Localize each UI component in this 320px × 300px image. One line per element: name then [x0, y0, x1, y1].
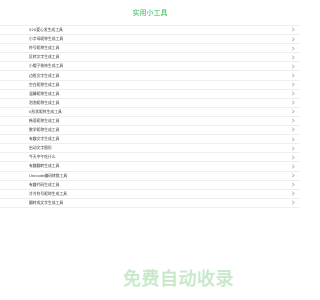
list-item[interactable]: 冷冷符号昵称生成工具 [0, 190, 300, 199]
list-item-label: 反转文字生成工具 [29, 54, 60, 60]
list-item[interactable]: 反转文字生成工具 [0, 53, 300, 63]
page-title: 实用小工具 [132, 8, 168, 17]
chevron-right-icon [290, 173, 295, 178]
chevron-right-icon [290, 64, 295, 69]
chevron-right-icon [290, 200, 295, 206]
chevron-right-icon [290, 136, 295, 142]
list-item-label: 冷冷符号昵称生成工具 [29, 190, 67, 196]
chevron-right-icon [290, 155, 295, 160]
list-item[interactable]: 翻转成文字生成工具 [0, 199, 300, 208]
list-item-label: 520爱心发生成工具 [29, 27, 63, 33]
tool-list: 520爱心发生成工具 小字母昵称生成工具 符号昵称生成工具 反转文字生成工具 小… [0, 26, 300, 208]
chevron-right-icon [290, 36, 295, 42]
list-item-label: 小字母昵称生成工具 [29, 36, 64, 42]
chevron-right-icon [290, 45, 295, 51]
list-item[interactable]: 韩语昵称生成工具 [0, 117, 300, 127]
chevron-right-icon [290, 127, 295, 133]
chevron-right-icon [290, 27, 295, 33]
list-item-label: 韩语昵称生成工具 [29, 117, 60, 123]
chevron-right-icon [290, 73, 295, 78]
list-item[interactable]: 有趣文字生成工具 [0, 135, 300, 145]
chevron-right-icon [290, 91, 295, 96]
list-item-label: 温馨昵称生成工具 [29, 90, 60, 96]
chevron-right-icon [290, 82, 295, 87]
chevron-right-icon [290, 191, 295, 196]
chevron-right-icon [290, 118, 295, 124]
list-item-label: Unicode编码转换工具 [29, 172, 68, 178]
list-item[interactable]: 有趣翻转生成工具 [0, 162, 300, 172]
list-item-label: 有趣翻转生成工具 [29, 163, 60, 169]
chevron-right-icon [290, 146, 295, 151]
list-item[interactable]: 边框文字生成工具 [0, 71, 300, 81]
list-item[interactable]: 0形状昵称生成工具 [0, 108, 300, 117]
chevron-right-icon [290, 55, 295, 60]
list-item-label: 符号昵称生成工具 [29, 45, 60, 51]
list-item-label: 有趣代码生成工具 [29, 181, 60, 187]
list-item[interactable]: 启动文字图形 [0, 144, 300, 154]
list-item-label: 启动文字图形 [29, 145, 52, 151]
list-item[interactable]: 温馨昵称生成工具 [0, 90, 300, 99]
watermark-banner: 免费自动收录 [123, 269, 234, 290]
list-item[interactable]: 泡泡昵称生成工具 [0, 99, 300, 108]
list-item-label: 泡泡昵称生成工具 [29, 99, 60, 105]
list-item-label: 今天中午吃什么 [29, 154, 56, 160]
list-item-label: 小帽子装饰生成工具 [29, 63, 64, 69]
list-item[interactable]: 空白昵称生成工具 [0, 81, 300, 90]
chevron-right-icon [290, 109, 295, 115]
chevron-right-icon [290, 164, 295, 169]
list-item[interactable]: 小字母昵称生成工具 [0, 35, 300, 45]
chevron-right-icon [290, 100, 295, 106]
list-item-label: 空白昵称生成工具 [29, 81, 60, 87]
list-item[interactable]: 今天中午吃什么 [0, 153, 300, 163]
list-item-label: 翻转成文字生成工具 [29, 199, 64, 205]
list-item[interactable]: 数学昵称生成工具 [0, 126, 300, 136]
list-item[interactable]: Unicode编码转换工具 [0, 172, 300, 181]
list-item[interactable]: 小帽子装饰生成工具 [0, 62, 300, 72]
list-item[interactable]: 有趣代码生成工具 [0, 181, 300, 190]
list-item-label: 0形状昵称生成工具 [29, 108, 62, 114]
list-item-label: 边框文字生成工具 [29, 72, 60, 78]
list-item[interactable]: 520爱心发生成工具 [0, 26, 300, 36]
list-item-label: 数学昵称生成工具 [29, 127, 60, 133]
list-item-label: 有趣文字生成工具 [29, 136, 60, 142]
list-item[interactable]: 符号昵称生成工具 [0, 44, 300, 54]
page-header: 实用小工具 [0, 0, 300, 26]
chevron-right-icon [290, 182, 295, 187]
